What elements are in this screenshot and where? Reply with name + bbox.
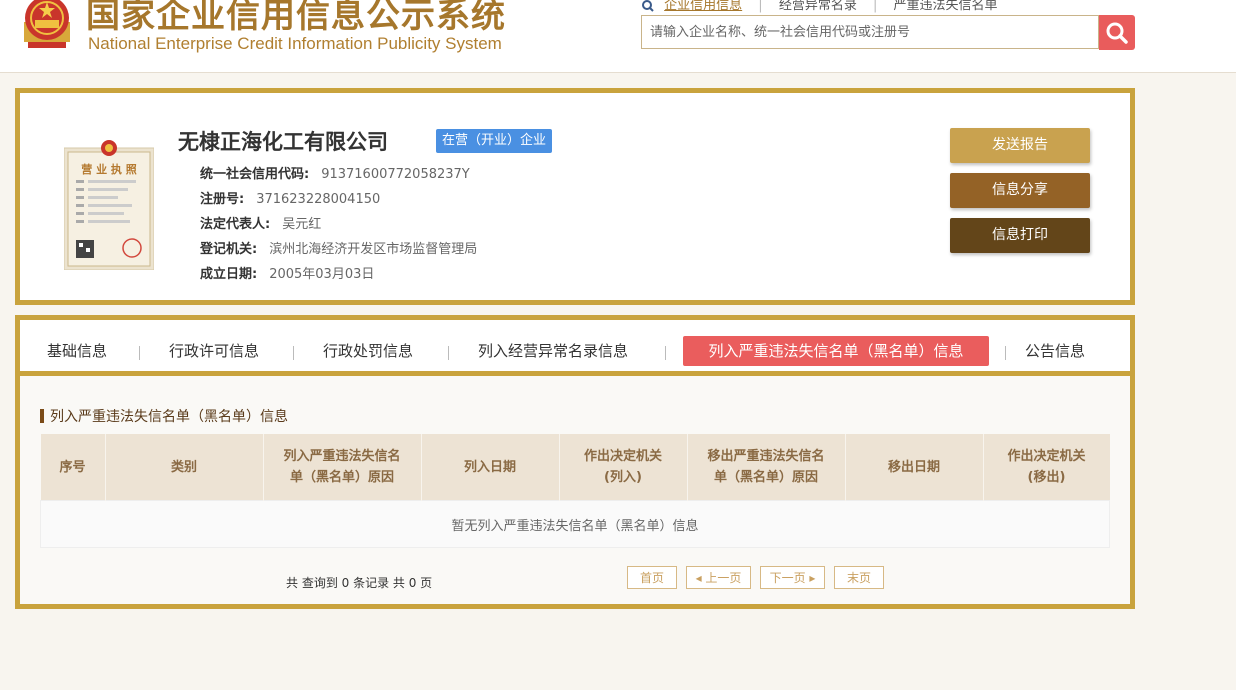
next-page-button[interactable]: 下一页 ▸ [760,566,825,589]
empty-message: 暂无列入严重违法失信名单（黑名单）信息 [40,500,1110,548]
site-header: 国家企业信用信息公示系统 National Enterprise Credit … [0,0,1236,73]
nav-serious-violation-list[interactable]: 严重违法失信名单 [894,0,998,13]
tab-divider [448,346,449,360]
title-marker [40,409,44,423]
section-title: 列入严重违法失信名单（黑名单）信息 [40,406,288,426]
col-header-text: 类别 [170,459,197,475]
top-nav: 企业信用信息 | 经营异常名录 | 严重违法失信名单 [642,0,998,13]
print-info-button[interactable]: 信息打印 [950,218,1090,253]
col-header: 序号 [40,434,106,501]
tab-abnormal-list[interactable]: 列入经营异常名录信息 [478,336,628,366]
info-value: 91371600772058237Y [321,167,470,182]
info-row-reg-authority: 登记机关: 滨州北海经济开发区市场监督管理局 [200,238,477,257]
nav-abnormal-list[interactable]: 经营异常名录 [779,0,857,13]
tab-admin-penalty[interactable]: 行政处罚信息 [323,336,413,366]
table-row: 暂无列入严重违法失信名单（黑名单）信息 [40,500,1110,548]
share-info-button[interactable]: 信息分享 [950,173,1090,208]
col-header-text: 作出决定机关 [583,449,662,464]
site-subtitle: National Enterprise Credit Information P… [88,34,502,53]
info-value: 371623228004150 [256,192,381,207]
nav-divider: | [758,0,763,13]
tab-divider [293,346,294,360]
info-label: 登记机关: [200,242,258,257]
info-row-credit-code: 统一社会信用代码: 91371600772058237Y [200,163,470,182]
info-row-legal-rep: 法定代表人: 吴元红 [200,213,321,232]
first-page-button[interactable]: 首页 [627,566,677,589]
status-badge: 在营（开业）企业 [436,129,553,153]
col-header-text: (移出) [1027,470,1066,485]
tab-divider [1005,346,1006,360]
col-header-text: 移出严重违法失信名 [707,449,825,464]
info-label: 成立日期: [200,267,258,282]
col-header: 类别 [105,434,264,501]
col-header: 列入严重违法失信名 单（黑名单）原因 [263,434,422,501]
col-header: 移出日期 [845,434,984,501]
search-input[interactable] [648,16,1092,48]
info-label: 注册号: [200,192,245,207]
search-button[interactable] [1099,15,1135,50]
info-label: 法定代表人: [200,217,271,232]
col-header-text: 单（黑名单）原因 [289,470,394,485]
col-header: 作出决定机关 (列入) [559,434,688,501]
tab-basic-info[interactable]: 基础信息 [47,336,107,366]
tab-divider [139,346,140,360]
pager-info: 共 查询到 0 条记录 共 0 页 [286,576,433,590]
nav-divider: | [872,0,878,13]
table-header-row: 序号 类别 列入严重违法失信名 单（黑名单）原因 列入日期 作出决定机关 (列入) … [40,434,1110,501]
info-value: 吴元红 [282,217,322,232]
col-header-text: 作出决定机关 [1007,449,1086,464]
col-header-text: 序号 [59,459,86,475]
tab-bar: 基础信息 行政许可信息 行政处罚信息 列入经营异常名录信息 列入严重违法失信名单… [20,320,1130,376]
info-section: 基础信息 行政许可信息 行政处罚信息 列入经营异常名录信息 列入严重违法失信名单… [15,315,1135,609]
info-value: 滨州北海经济开发区市场监督管理局 [269,242,478,257]
send-report-button[interactable]: 发送报告 [950,128,1090,163]
col-header-text: 单（黑名单）原因 [713,470,818,485]
tab-admin-license[interactable]: 行政许可信息 [169,336,259,366]
col-header-text: 移出日期 [887,459,940,475]
tab-announcement[interactable]: 公告信息 [1025,336,1085,366]
col-header-text: 列入日期 [463,459,516,475]
info-row-reg-number: 注册号: 371623228004150 [200,188,380,207]
blacklist-table: 序号 类别 列入严重违法失信名 单（黑名单）原因 列入日期 作出决定机关 (列入) … [40,434,1110,548]
license-title: 营 业 执 照 [81,162,137,176]
national-emblem-icon [24,0,70,48]
info-row-founded-date: 成立日期: 2005年03月03日 [200,263,374,282]
company-name: 无棣正海化工有限公司 [178,130,388,154]
business-license-image: 营 业 执 照 [64,140,154,270]
col-header-text: 列入严重违法失信名 [283,449,401,464]
col-header: 列入日期 [421,434,560,501]
info-label: 统一社会信用代码: [200,167,310,182]
col-header-text: (列入) [604,470,642,485]
tab-blacklist[interactable]: 列入严重违法失信名单（黑名单）信息 [683,336,989,366]
nav-enterprise-credit[interactable]: 企业信用信息 [664,0,742,13]
section-title-text: 列入严重违法失信名单（黑名单）信息 [50,409,288,425]
last-page-button[interactable]: 末页 [834,566,884,589]
tab-divider [665,346,666,360]
search-box [641,15,1099,49]
site-title: 国家企业信用信息公示系统 [86,0,506,36]
prev-page-button[interactable]: ◂ 上一页 [686,566,751,589]
col-header: 作出决定机关 (移出) [983,434,1110,501]
col-header: 移出严重违法失信名 单（黑名单）原因 [687,434,846,501]
info-value: 2005年03月03日 [269,267,375,282]
search-icon [642,0,654,12]
magnifier-icon [1106,22,1128,44]
company-card: 营 业 执 照 无棣正海化工有限公司 在营（开业）企业 统一社会信用代码: 913… [15,88,1135,305]
